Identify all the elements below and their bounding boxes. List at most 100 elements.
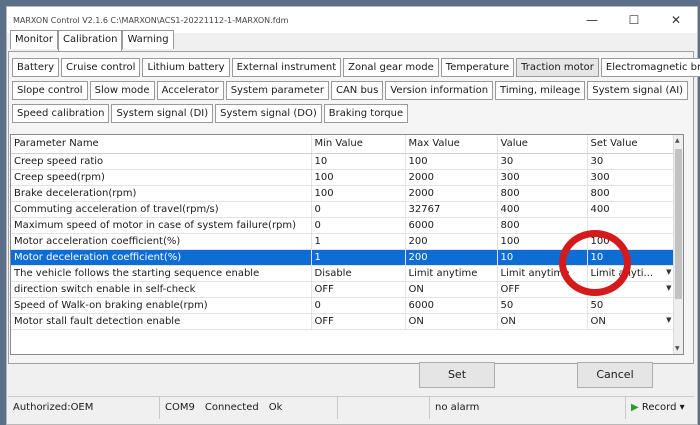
scrollbar-thumb[interactable] [675, 149, 682, 299]
cell-set-value[interactable]: 50 [587, 297, 676, 314]
subtab-lithium-battery[interactable]: Lithium battery [142, 58, 230, 77]
cell-max-value: 6000 [405, 217, 498, 234]
cell-max-value: 2000 [405, 169, 498, 186]
subtab-traction-motor[interactable]: Traction motor [516, 58, 599, 77]
cell-parameter-name: Speed of Walk-on braking enable(rpm) [11, 297, 312, 314]
close-button[interactable]: ✕ [655, 13, 697, 27]
table-row[interactable]: Creep speed(rpm) 100 2000 300 300 [11, 169, 676, 186]
cell-min-value: 10 [311, 153, 406, 170]
subtab-speed-calibration[interactable]: Speed calibration [12, 104, 110, 123]
cell-min-value: 1 [311, 249, 406, 266]
header-parameter-name[interactable]: Parameter Name [11, 135, 312, 154]
subtab-system-parameter[interactable]: System parameter [225, 81, 329, 100]
set-value-dropdown[interactable]: ON ▼ [587, 313, 676, 330]
cell-set-value[interactable]: 300 [587, 169, 676, 186]
cell-max-value: 100 [405, 153, 498, 170]
com-port: COM9 [165, 401, 195, 413]
cell-value: 30 [497, 153, 588, 170]
subtab-slope-control[interactable]: Slope control [12, 81, 88, 100]
cell-max-value: 2000 [405, 185, 498, 202]
cell-set-value[interactable]: 400 [587, 201, 676, 218]
cell-min-value: Disable [311, 265, 406, 282]
cell-max-value: 32767 [405, 201, 498, 218]
maximize-button[interactable]: ☐ [613, 13, 655, 27]
subtab-system-signal-ai[interactable]: System signal (AI) [587, 81, 689, 100]
dropdown-value: ON [590, 315, 606, 327]
cell-value: 50 [497, 297, 588, 314]
cell-min-value: 0 [311, 217, 406, 234]
cell-value: 300 [497, 169, 588, 186]
cancel-button[interactable]: Cancel [577, 362, 653, 388]
cell-min-value: 0 [311, 201, 406, 218]
subtab-cruise-control[interactable]: Cruise control [61, 58, 141, 77]
window-title: MARXON Control V2.1.6 C:\MARXON\ACS1-202… [13, 15, 289, 25]
cell-set-value[interactable]: 30 [587, 153, 676, 170]
cell-parameter-name: Motor acceleration coefficient(%) [11, 233, 312, 250]
cell-value: 400 [497, 201, 588, 218]
subtab-row-1: Battery Cruise control Lithium battery E… [12, 58, 700, 77]
subtab-external-instrument[interactable]: External instrument [231, 58, 342, 77]
cell-parameter-name: Brake deceleration(rpm) [11, 185, 312, 202]
table-row[interactable]: Brake deceleration(rpm) 100 2000 800 800 [11, 185, 676, 202]
main-tab-bar: Monitor Calibration Warning [10, 30, 174, 51]
table-row[interactable]: Maximum speed of motor in case of system… [11, 217, 676, 234]
record-control[interactable]: ▶ Record ▾ [626, 397, 694, 419]
subtab-system-signal-do[interactable]: System signal (DO) [215, 104, 322, 123]
subtab-zonal-gear-mode[interactable]: Zonal gear mode [343, 58, 439, 77]
authorization-status: Authorized:OEM [8, 396, 160, 419]
subtab-timing-mileage[interactable]: Timing, mileage [495, 81, 586, 100]
vertical-scrollbar[interactable]: ▲ ▼ [673, 135, 683, 354]
subtab-row-2: Slope control Slow mode Accelerator Syst… [12, 81, 690, 100]
tab-monitor[interactable]: Monitor [10, 30, 59, 49]
chevron-down-icon[interactable]: ▼ [666, 284, 671, 292]
header-value[interactable]: Value [497, 135, 588, 154]
subtab-version-information[interactable]: Version information [385, 81, 494, 100]
subtab-accelerator[interactable]: Accelerator [156, 81, 224, 100]
header-max-value[interactable]: Max Value [405, 135, 498, 154]
table-row[interactable]: Commuting acceleration of travel(rpm/s) … [11, 201, 676, 218]
ok-status: Ok [268, 401, 283, 413]
cell-max-value: 200 [405, 249, 498, 266]
header-min-value[interactable]: Min Value [311, 135, 406, 154]
table-row[interactable]: Creep speed ratio 10 100 30 30 [11, 153, 676, 170]
subtab-row-3: Speed calibration System signal (DI) Sys… [12, 104, 410, 123]
scroll-down-icon[interactable]: ▼ [675, 345, 680, 352]
chevron-down-icon[interactable]: ▾ [680, 402, 685, 413]
cell-set-value[interactable]: 800 [587, 185, 676, 202]
cell-max-value: Limit anytime [405, 265, 498, 282]
status-spacer [338, 396, 430, 419]
subtab-slow-mode[interactable]: Slow mode [89, 81, 155, 100]
connection-state: Connected [204, 401, 259, 413]
subtab-braking-torque[interactable]: Braking torque [323, 104, 409, 123]
cell-value: ON [497, 313, 588, 330]
cell-parameter-name: direction switch enable in self-check [11, 281, 312, 298]
minimize-button[interactable]: — [571, 13, 613, 27]
cell-max-value: ON [405, 313, 498, 330]
connection-status: COM9 Connected Ok [160, 396, 338, 419]
record-play-icon: ▶ [631, 401, 639, 413]
subtab-battery[interactable]: Battery [12, 58, 60, 77]
cell-min-value: OFF [311, 281, 406, 298]
tab-warning[interactable]: Warning [122, 30, 174, 49]
subtab-electromagnetic-brake[interactable]: Electromagnetic brake [600, 58, 700, 77]
chevron-down-icon[interactable]: ▼ [666, 268, 671, 276]
chevron-down-icon[interactable]: ▼ [666, 316, 671, 324]
cell-min-value: 100 [311, 169, 406, 186]
tab-calibration[interactable]: Calibration [58, 30, 123, 51]
cell-min-value: 100 [311, 185, 406, 202]
scroll-up-icon[interactable]: ▲ [675, 137, 680, 144]
cell-parameter-name: Maximum speed of motor in case of system… [11, 217, 312, 234]
alarm-status: no alarm [430, 396, 626, 419]
table-row[interactable]: Motor stall fault detection enable OFF O… [11, 313, 676, 330]
cell-max-value: 200 [405, 233, 498, 250]
subtab-system-signal-di[interactable]: System signal (DI) [111, 104, 214, 123]
subtab-can-bus[interactable]: CAN bus [330, 81, 384, 100]
cell-parameter-name: Motor deceleration coefficient(%) [11, 249, 312, 266]
table-row[interactable]: Speed of Walk-on braking enable(rpm) 0 6… [11, 297, 676, 314]
red-circle-annotation [559, 230, 631, 296]
subtab-temperature[interactable]: Temperature [440, 58, 515, 77]
set-button[interactable]: Set [419, 362, 495, 388]
cell-parameter-name: Motor stall fault detection enable [11, 313, 312, 330]
header-set-value[interactable]: Set Value [587, 135, 676, 154]
cell-parameter-name: Commuting acceleration of travel(rpm/s) [11, 201, 312, 218]
